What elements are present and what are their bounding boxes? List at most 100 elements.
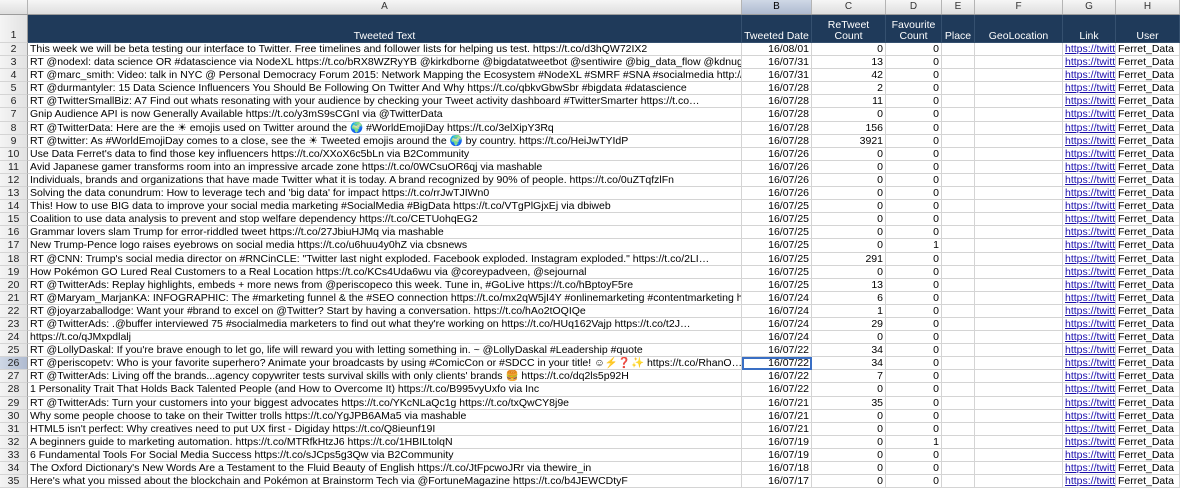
tweet-text-cell[interactable]: Avid Japanese gamer transforms room into… [28, 160, 742, 174]
link-cell[interactable]: https://twitte [1063, 462, 1116, 476]
place-cell[interactable] [942, 409, 975, 423]
tweet-date-cell[interactable]: 16/07/25 [742, 226, 812, 240]
tweet-text-cell[interactable]: RT @CNN: Trump's social media director o… [28, 252, 742, 266]
geolocation-cell[interactable] [975, 69, 1063, 83]
link-cell[interactable]: https://twitte [1063, 134, 1116, 148]
header-tweeted-date[interactable]: Tweeted Date [742, 15, 812, 43]
user-cell[interactable]: Ferret_Data [1116, 121, 1180, 135]
column-header-e[interactable]: E [942, 0, 975, 14]
link-cell[interactable]: https://twitte [1063, 82, 1116, 96]
place-cell[interactable] [942, 108, 975, 122]
link-cell[interactable]: https://twitte [1063, 160, 1116, 174]
retweet-count-cell[interactable]: 0 [812, 265, 886, 279]
retweet-count-cell[interactable]: 7 [812, 370, 886, 384]
retweet-count-cell[interactable]: 0 [812, 239, 886, 253]
tweet-date-cell[interactable]: 16/07/28 [742, 82, 812, 96]
user-cell[interactable]: Ferret_Data [1116, 383, 1180, 397]
favourite-count-cell[interactable]: 0 [886, 121, 942, 135]
row-number[interactable]: 24 [0, 331, 28, 345]
column-header-g[interactable]: G [1063, 0, 1116, 14]
tweet-date-cell[interactable]: 16/07/26 [742, 147, 812, 161]
place-cell[interactable] [942, 239, 975, 253]
geolocation-cell[interactable] [975, 278, 1063, 292]
header-place[interactable]: Place [942, 15, 975, 43]
link-cell[interactable]: https://twitte [1063, 396, 1116, 410]
favourite-count-cell[interactable]: 0 [886, 108, 942, 122]
link-cell[interactable]: https://twitte [1063, 278, 1116, 292]
link-cell[interactable]: https://twitte [1063, 383, 1116, 397]
tweet-text-cell[interactable]: The Oxford Dictionary's New Words Are a … [28, 462, 742, 476]
tweet-date-cell[interactable]: 16/07/28 [742, 95, 812, 109]
user-cell[interactable]: Ferret_Data [1116, 213, 1180, 227]
header-tweeted-text[interactable]: Tweeted Text [28, 15, 742, 43]
geolocation-cell[interactable] [975, 56, 1063, 70]
geolocation-cell[interactable] [975, 213, 1063, 227]
user-cell[interactable]: Ferret_Data [1116, 448, 1180, 462]
tweet-text-cell[interactable]: This week we will be beta testing our in… [28, 43, 742, 57]
retweet-count-cell[interactable]: 1 [812, 304, 886, 318]
row-number[interactable]: 4 [0, 69, 28, 83]
favourite-count-cell[interactable]: 0 [886, 134, 942, 148]
retweet-count-cell[interactable]: 42 [812, 69, 886, 83]
tweet-text-cell[interactable]: https://t.co/qJMxpdlalj [28, 331, 742, 345]
favourite-count-cell[interactable]: 0 [886, 82, 942, 96]
favourite-count-cell[interactable]: 1 [886, 239, 942, 253]
retweet-count-cell[interactable]: 13 [812, 56, 886, 70]
link-cell[interactable]: https://twitte [1063, 226, 1116, 240]
geolocation-cell[interactable] [975, 317, 1063, 332]
place-cell[interactable] [942, 357, 975, 371]
row-number[interactable]: 6 [0, 95, 28, 109]
user-cell[interactable]: Ferret_Data [1116, 69, 1180, 83]
retweet-count-cell[interactable]: 11 [812, 95, 886, 109]
user-cell[interactable]: Ferret_Data [1116, 265, 1180, 279]
link-cell[interactable]: https://twitte [1063, 200, 1116, 214]
row-number[interactable]: 16 [0, 226, 28, 240]
retweet-count-cell[interactable]: 0 [812, 226, 886, 240]
tweet-date-cell[interactable]: 16/07/24 [742, 304, 812, 318]
tweet-text-cell[interactable]: Why some people choose to take on their … [28, 409, 742, 423]
retweet-count-cell[interactable]: 34 [812, 357, 886, 371]
tweet-date-cell[interactable]: 16/07/22 [742, 370, 812, 384]
row-number[interactable]: 33 [0, 448, 28, 462]
row-number[interactable]: 15 [0, 213, 28, 227]
favourite-count-cell[interactable]: 0 [886, 370, 942, 384]
retweet-count-cell[interactable]: 0 [812, 422, 886, 436]
retweet-count-cell[interactable]: 291 [812, 252, 886, 266]
tweet-date-cell[interactable]: 16/07/18 [742, 462, 812, 476]
tweet-date-cell[interactable]: 16/07/21 [742, 396, 812, 410]
tweet-date-cell[interactable]: 16/07/24 [742, 291, 812, 305]
favourite-count-cell[interactable]: 0 [886, 331, 942, 345]
row-number[interactable]: 21 [0, 291, 28, 305]
favourite-count-cell[interactable]: 0 [886, 147, 942, 161]
favourite-count-cell[interactable]: 0 [886, 383, 942, 397]
geolocation-cell[interactable] [975, 147, 1063, 161]
retweet-count-cell[interactable]: 0 [812, 213, 886, 227]
row-number[interactable]: 17 [0, 239, 28, 253]
place-cell[interactable] [942, 448, 975, 462]
row-number[interactable]: 19 [0, 265, 28, 279]
row-number[interactable]: 20 [0, 278, 28, 292]
header-favourite-count[interactable]: Favourite Count [886, 15, 942, 43]
favourite-count-cell[interactable]: 0 [886, 69, 942, 83]
retweet-count-cell[interactable]: 0 [812, 108, 886, 122]
row-number[interactable]: 34 [0, 462, 28, 476]
place-cell[interactable] [942, 200, 975, 214]
favourite-count-cell[interactable]: 0 [886, 291, 942, 305]
place-cell[interactable] [942, 278, 975, 292]
place-cell[interactable] [942, 344, 975, 358]
place-cell[interactable] [942, 462, 975, 476]
retweet-count-cell[interactable]: 0 [812, 160, 886, 174]
header-geolocation[interactable]: GeoLocation [975, 15, 1063, 43]
geolocation-cell[interactable] [975, 108, 1063, 122]
geolocation-cell[interactable] [975, 383, 1063, 397]
geolocation-cell[interactable] [975, 448, 1063, 462]
row-number[interactable]: 18 [0, 252, 28, 266]
tweet-date-cell[interactable]: 16/07/26 [742, 187, 812, 201]
user-cell[interactable]: Ferret_Data [1116, 173, 1180, 188]
place-cell[interactable] [942, 147, 975, 161]
geolocation-cell[interactable] [975, 396, 1063, 410]
user-cell[interactable]: Ferret_Data [1116, 56, 1180, 70]
column-header-b[interactable]: B [742, 0, 812, 14]
user-cell[interactable]: Ferret_Data [1116, 291, 1180, 305]
tweet-date-cell[interactable]: 16/07/21 [742, 409, 812, 423]
